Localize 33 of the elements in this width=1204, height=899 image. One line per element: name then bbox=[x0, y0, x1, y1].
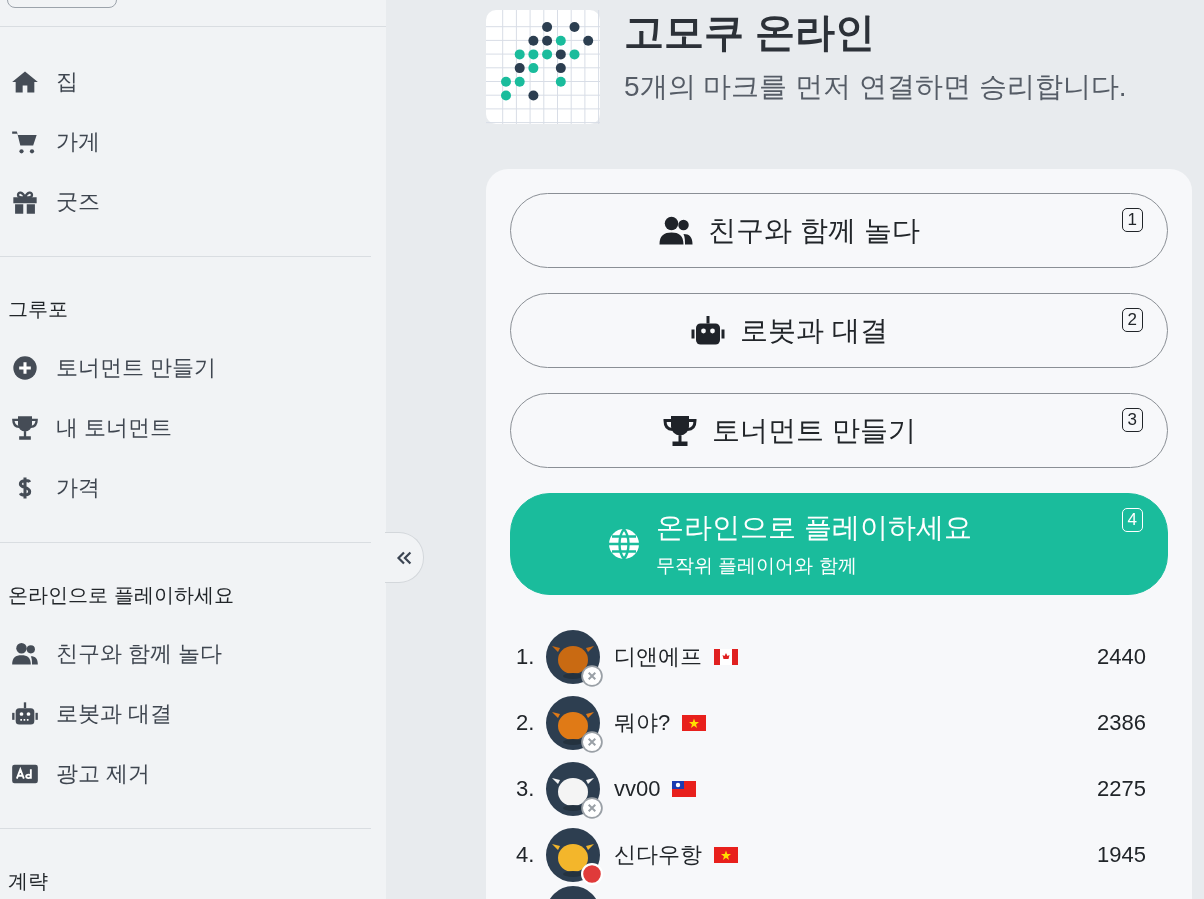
player-name[interactable]: 디앤에프 bbox=[614, 642, 702, 672]
section-heading: 온라인으로 플레이하세요 bbox=[7, 583, 235, 608]
player-rating: 2386 bbox=[1097, 710, 1146, 736]
sidebar-item[interactable]: 토너먼트 만들기 bbox=[0, 338, 371, 398]
sidebar-item[interactable]: 굿즈 bbox=[0, 172, 386, 232]
player-rank: 2. bbox=[516, 710, 536, 736]
sidebar-item[interactable]: 집 bbox=[0, 52, 386, 112]
player-rank: 1. bbox=[516, 644, 536, 670]
player-rating: 2275 bbox=[1097, 776, 1146, 802]
section-heading: 계략 bbox=[7, 869, 49, 894]
shortcut-key: 4 bbox=[1121, 508, 1143, 533]
player-name[interactable]: 신다우항 bbox=[614, 840, 702, 870]
sidebar-item[interactable]: 가격 bbox=[0, 458, 371, 518]
player-name[interactable]: vv00 bbox=[614, 776, 661, 802]
player-rank: 4. bbox=[516, 842, 536, 868]
shortcut-key: 1 bbox=[1121, 208, 1143, 233]
play-option-button[interactable]: 로봇과 대결 2 bbox=[510, 293, 1168, 368]
shortcut-key: 3 bbox=[1121, 408, 1143, 433]
sidebar-item[interactable]: 친구와 함께 놀다 bbox=[0, 624, 371, 684]
player-rating: 2440 bbox=[1097, 644, 1146, 670]
player-name[interactable]: 뭐야? bbox=[614, 708, 671, 738]
sidebar-item[interactable]: 로봇과 대결 bbox=[0, 684, 371, 744]
sidebar-item[interactable]: 광고 제거 bbox=[0, 744, 371, 804]
shortcut-key: 2 bbox=[1121, 308, 1143, 333]
player-rank: 3. bbox=[516, 776, 536, 802]
page-title: 고모쿠 온라인 bbox=[624, 10, 877, 54]
page-subtitle: 5개의 마크를 먼저 연결하면 승리합니다. bbox=[624, 70, 1127, 104]
section-heading: 그루포 bbox=[7, 297, 69, 322]
sidebar-item[interactable]: 가게 bbox=[0, 112, 386, 172]
player-rating: 1945 bbox=[1097, 842, 1146, 868]
play-option-button[interactable]: 토너먼트 만들기 3 bbox=[510, 393, 1168, 468]
sidebar-item[interactable]: 내 토너먼트 bbox=[0, 398, 371, 458]
play-option-button[interactable]: 친구와 함께 놀다 1 bbox=[510, 193, 1168, 268]
